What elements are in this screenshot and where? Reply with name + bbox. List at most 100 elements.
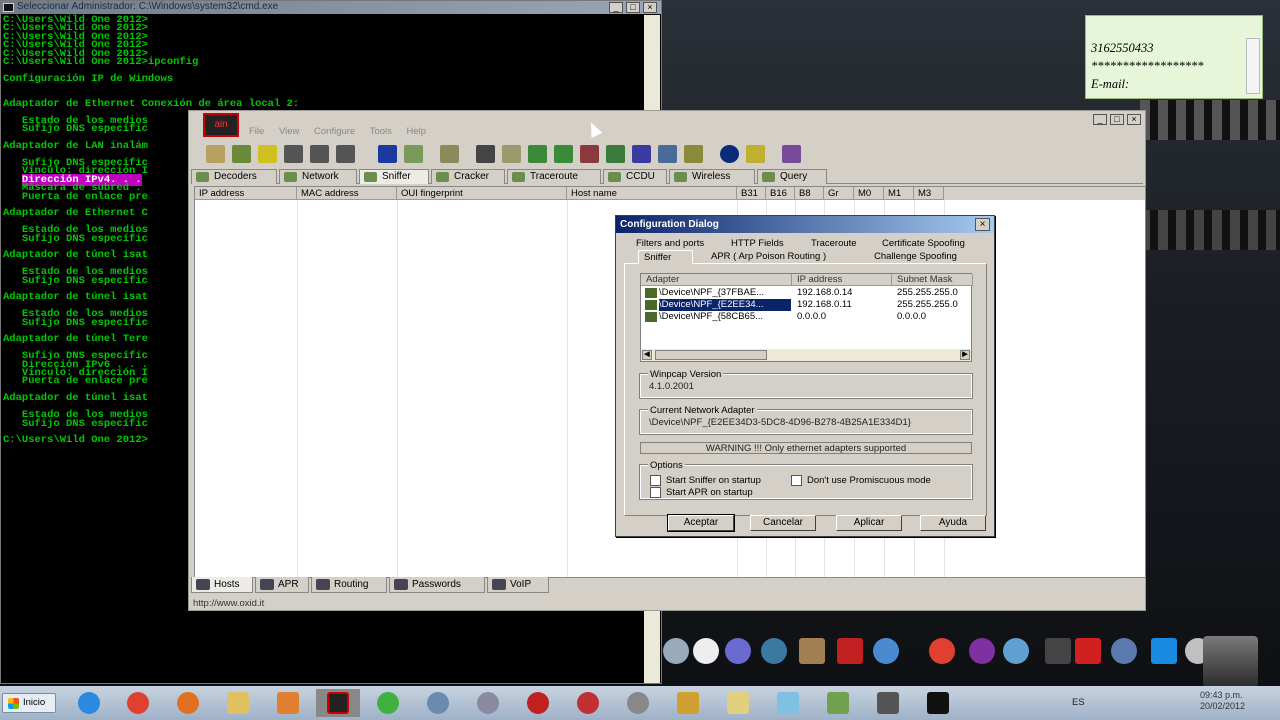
cancel-button[interactable]: Cancelar	[750, 515, 816, 531]
info-icon[interactable]	[720, 145, 739, 163]
tab-http-fields[interactable]: HTTP Fields	[726, 237, 789, 251]
menu-help[interactable]: Help	[407, 126, 427, 137]
tab-passwords[interactable]: Passwords	[389, 577, 485, 593]
taskbar-app[interactable]	[366, 689, 410, 717]
taskbar-app[interactable]	[866, 689, 910, 717]
tab-hosts[interactable]: Hosts	[191, 577, 253, 593]
taskbar-app[interactable]	[716, 689, 760, 717]
clock[interactable]: 09:43 p.m. 20/02/2012	[1200, 690, 1245, 712]
tab-routing[interactable]: Routing	[311, 577, 387, 593]
adapter-row[interactable]: \Device\NPF_{58CB65... 0.0.0.0 0.0.0.0	[641, 311, 971, 323]
taskbar-ie[interactable]	[67, 689, 111, 717]
taskbar-firefox[interactable]	[166, 689, 210, 717]
globe-icon[interactable]	[761, 638, 787, 664]
col-b31[interactable]: B31	[737, 187, 766, 200]
taskbar-app[interactable]	[516, 689, 560, 717]
col-b16[interactable]: B16	[766, 187, 795, 200]
configuration-dialog[interactable]: Configuration Dialog × Filters and ports…	[615, 215, 995, 537]
taskbar-cain[interactable]	[316, 689, 360, 717]
taskbar-app[interactable]	[766, 689, 810, 717]
rainbow-icon[interactable]	[632, 145, 651, 163]
tab-wireless[interactable]: Wireless	[669, 169, 755, 184]
tab-apr[interactable]: APR ( Arp Poison Routing )	[706, 250, 831, 264]
col-ip-address[interactable]: IP address	[195, 187, 297, 200]
maximize-button[interactable]: □	[1110, 114, 1124, 125]
dialog-title[interactable]: Configuration Dialog	[616, 216, 994, 233]
ghost-icon[interactable]	[693, 638, 719, 664]
taskbar-cmd[interactable]	[916, 689, 960, 717]
steam-icon[interactable]	[1111, 638, 1137, 664]
messenger-icon[interactable]	[1003, 638, 1029, 664]
ntlm-icon[interactable]	[554, 145, 573, 163]
yahoo-icon[interactable]	[969, 638, 995, 664]
recycle-icon[interactable]	[404, 145, 423, 163]
scroll-right-icon[interactable]: ▶	[960, 350, 970, 360]
taskbar-explorer[interactable]	[216, 689, 260, 717]
tab-sniffer[interactable]: Sniffer	[359, 169, 429, 184]
minimize-button[interactable]: _	[609, 2, 623, 13]
sticky-note[interactable]: 3162550433 ****************** E-mail:	[1085, 15, 1263, 99]
maximize-button[interactable]: □	[626, 2, 640, 13]
scroll-left-icon[interactable]: ◀	[642, 350, 652, 360]
tab-sniffer[interactable]: Sniffer	[638, 250, 693, 264]
help-button[interactable]: Ayuda	[920, 515, 986, 531]
tab-certificate-spoofing[interactable]: Certificate Spoofing	[877, 237, 970, 251]
menu-configure[interactable]: Configure	[314, 126, 355, 137]
help-icon[interactable]	[746, 145, 765, 163]
decoder-icon[interactable]	[440, 145, 459, 163]
dc-icon[interactable]	[580, 145, 599, 163]
fl-icon[interactable]	[1075, 638, 1101, 664]
sticky-scrollbar[interactable]	[1246, 38, 1260, 94]
taskbar-app[interactable]	[566, 689, 610, 717]
tool-icon[interactable]	[502, 145, 521, 163]
col-gr[interactable]: Gr	[824, 187, 854, 200]
cmd-titlebar[interactable]: Seleccionar Administrador: C:\Windows\sy…	[1, 1, 661, 14]
photo-icon[interactable]	[799, 638, 825, 664]
b64-icon[interactable]	[476, 145, 495, 163]
menu-tools[interactable]: Tools	[370, 126, 392, 137]
language-indicator[interactable]: ES	[1072, 697, 1085, 708]
tab-challenge-spoofing[interactable]: Challenge Spoofing	[869, 250, 962, 264]
taskbar-chrome[interactable]	[116, 689, 160, 717]
tab-filters-and-ports[interactable]: Filters and ports	[631, 237, 709, 251]
promiscuous-checkbox[interactable]: Don't use Promiscuous mode	[791, 475, 931, 486]
start-apr-checkbox[interactable]: Start APR on startup	[650, 487, 753, 498]
apr-icon[interactable]	[258, 145, 277, 163]
tab-network[interactable]: Network	[279, 169, 357, 184]
col-m1[interactable]: M1	[884, 187, 914, 200]
taskbar-media[interactable]	[266, 689, 310, 717]
firefox-icon[interactable]	[873, 638, 899, 664]
tab-traceroute[interactable]: Traceroute	[806, 237, 862, 251]
tab-voip[interactable]: VoIP	[487, 577, 549, 593]
horizontal-scrollbar[interactable]: ◀ ▶	[641, 349, 971, 361]
col-subnet-mask[interactable]: Subnet Mask	[892, 274, 973, 286]
scroll-thumb[interactable]	[655, 350, 767, 360]
col-mac-address[interactable]: MAC address	[297, 187, 397, 200]
adapter-row[interactable]: \Device\NPF_{37FBAE... 192.168.0.14 255.…	[641, 287, 971, 299]
taskbar-app[interactable]	[816, 689, 860, 717]
open-icon[interactable]	[206, 145, 225, 163]
menu-file[interactable]: File	[249, 126, 264, 137]
taskbar-app[interactable]	[616, 689, 660, 717]
hash-icon[interactable]	[336, 145, 355, 163]
exit-icon[interactable]	[782, 145, 801, 163]
sniffer-icon[interactable]	[232, 145, 251, 163]
adapter-row-selected[interactable]: \Device\NPF_{E2EE34... 192.168.0.11 255.…	[641, 299, 971, 311]
tab-apr[interactable]: APR	[255, 577, 309, 593]
adapter-list[interactable]: Adapter IP address Subnet Mask \Device\N…	[640, 273, 973, 362]
col-ip-address[interactable]: IP address	[792, 274, 892, 286]
minimize-button[interactable]: _	[1093, 114, 1107, 125]
taskbar-app[interactable]	[666, 689, 710, 717]
tab-ccdu[interactable]: CCDU	[603, 169, 667, 184]
col-adapter[interactable]: Adapter	[641, 274, 792, 286]
col-host-name[interactable]: Host name	[567, 187, 737, 200]
menu-view[interactable]: View	[279, 126, 299, 137]
col-b8[interactable]: B8	[795, 187, 824, 200]
network-icon[interactable]	[658, 145, 677, 163]
col-m0[interactable]: M0	[854, 187, 884, 200]
col-m3[interactable]: M3	[914, 187, 944, 200]
teamviewer-icon[interactable]	[1151, 638, 1177, 664]
card-icon[interactable]	[606, 145, 625, 163]
auth-icon[interactable]	[284, 145, 303, 163]
text-icon[interactable]	[837, 638, 863, 664]
